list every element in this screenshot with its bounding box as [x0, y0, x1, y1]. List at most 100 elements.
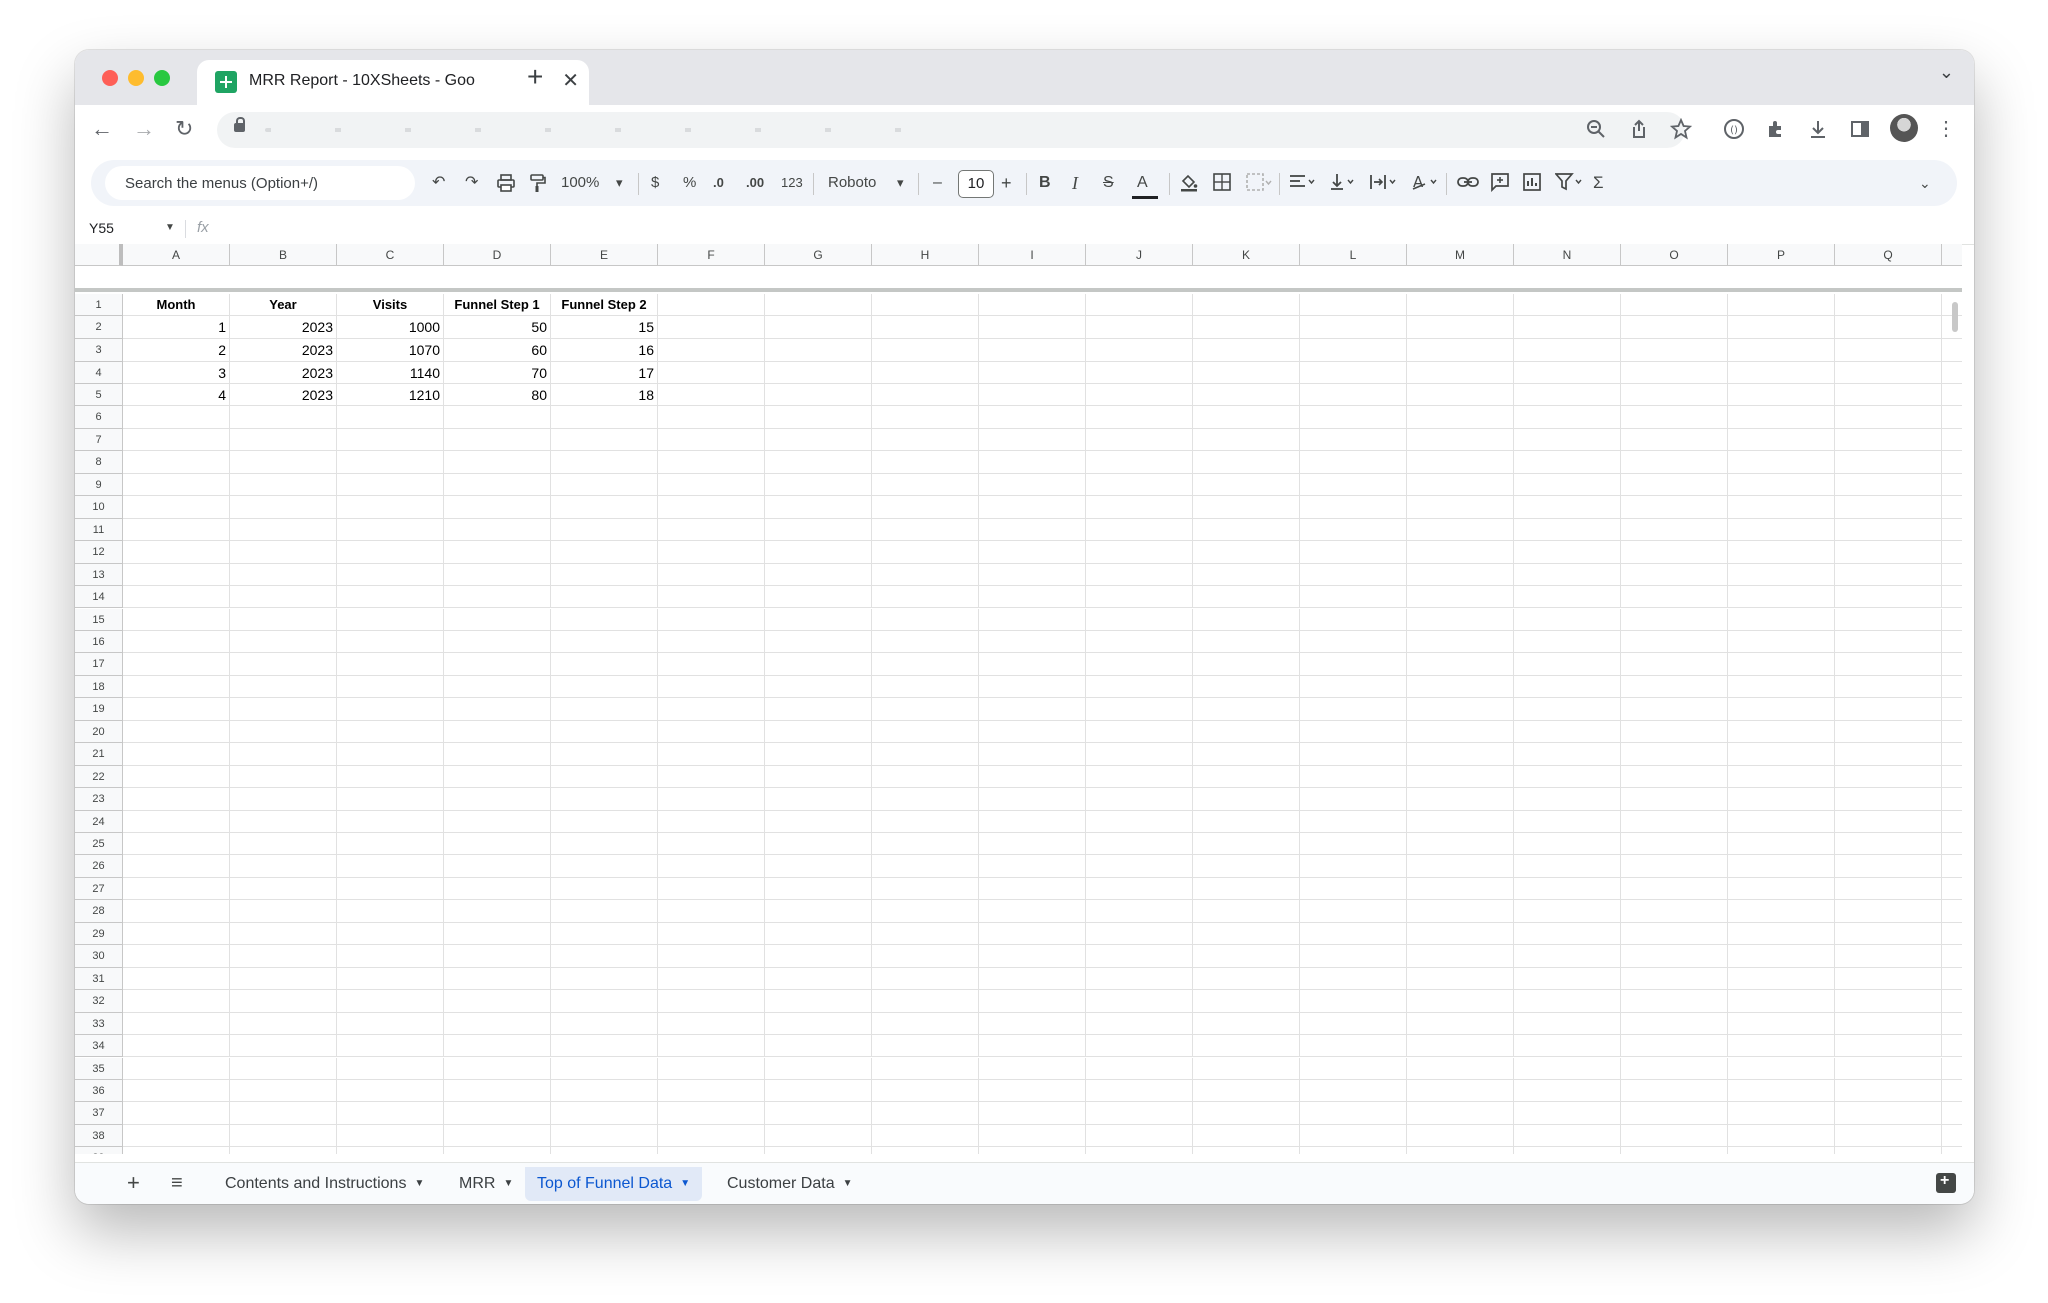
cell-e11[interactable]: [551, 518, 658, 542]
cell-i14[interactable]: [979, 586, 1086, 609]
cell-i19[interactable]: [979, 698, 1086, 721]
cell-n7[interactable]: [1514, 428, 1621, 452]
cell-o7[interactable]: [1621, 428, 1728, 452]
cell-r15[interactable]: [1942, 609, 1962, 631]
cell-f18[interactable]: [658, 675, 765, 699]
cell-r8[interactable]: [1942, 451, 1962, 474]
bookmark-star-icon[interactable]: [1670, 118, 1692, 140]
column-header-a[interactable]: A: [123, 244, 230, 266]
cell-p29[interactable]: [1728, 922, 1835, 946]
cell-l9[interactable]: [1300, 473, 1407, 497]
cell-l14[interactable]: [1300, 586, 1407, 609]
cell-e5[interactable]: 18: [551, 384, 658, 407]
redo-icon[interactable]: ↷: [465, 172, 478, 194]
bold-button[interactable]: B: [1039, 172, 1051, 194]
cell-c36[interactable]: [337, 1079, 444, 1103]
cell-g10[interactable]: [765, 496, 872, 519]
undo-icon[interactable]: ↶: [432, 172, 445, 194]
cell-n25[interactable]: [1514, 833, 1621, 856]
cell-i20[interactable]: [979, 720, 1086, 744]
cell-r38[interactable]: [1942, 1125, 1962, 1148]
cell-r30[interactable]: [1942, 945, 1962, 968]
cell-d26[interactable]: [444, 855, 551, 878]
cell-h29[interactable]: [872, 922, 979, 946]
cell-p36[interactable]: [1728, 1079, 1835, 1103]
cell-j3[interactable]: [1086, 339, 1193, 362]
cell-c23[interactable]: [337, 788, 444, 811]
cell-d16[interactable]: [444, 630, 551, 654]
cell-p37[interactable]: [1728, 1102, 1835, 1125]
cell-h5[interactable]: [872, 384, 979, 407]
cell-d21[interactable]: [444, 743, 551, 766]
row-header-8[interactable]: 8: [75, 451, 123, 474]
cell-f6[interactable]: [658, 406, 765, 429]
cell-r14[interactable]: [1942, 586, 1962, 609]
cell-n38[interactable]: [1514, 1124, 1621, 1148]
zoom-caret-icon[interactable]: ▾: [616, 172, 623, 194]
cell-m14[interactable]: [1407, 586, 1514, 609]
column-header-n[interactable]: N: [1514, 244, 1621, 266]
cell-m22[interactable]: [1407, 765, 1514, 789]
cell-c14[interactable]: [337, 586, 444, 609]
cell-e39[interactable]: [551, 1147, 658, 1154]
cell-m19[interactable]: [1407, 698, 1514, 721]
side-panel-icon[interactable]: [1849, 118, 1871, 140]
cell-b22[interactable]: [230, 765, 337, 789]
cell-b36[interactable]: [230, 1079, 337, 1103]
cell-n39[interactable]: [1514, 1147, 1621, 1154]
cell-k20[interactable]: [1193, 720, 1300, 744]
cell-c11[interactable]: [337, 518, 444, 542]
cell-b6[interactable]: [230, 406, 337, 429]
cell-f21[interactable]: [658, 743, 765, 766]
cell-q27[interactable]: [1835, 877, 1942, 901]
cell-d13[interactable]: [444, 563, 551, 587]
row-header-29[interactable]: 29: [75, 922, 123, 946]
cell-m3[interactable]: [1407, 339, 1514, 362]
cell-m34[interactable]: [1407, 1035, 1514, 1058]
cell-f27[interactable]: [658, 877, 765, 901]
cell-o38[interactable]: [1621, 1124, 1728, 1148]
row-header-30[interactable]: 30: [75, 945, 123, 968]
cell-h7[interactable]: [872, 428, 979, 452]
column-header-i[interactable]: I: [979, 244, 1086, 266]
cell-m35[interactable]: [1407, 1057, 1514, 1080]
cell-r29[interactable]: [1942, 923, 1962, 946]
cell-c8[interactable]: [337, 451, 444, 474]
cell-e37[interactable]: [551, 1102, 658, 1125]
cell-p12[interactable]: [1728, 541, 1835, 564]
increase-decimal-button[interactable]: .00: [746, 172, 764, 194]
cell-m31[interactable]: [1407, 967, 1514, 991]
cell-a14[interactable]: [123, 586, 230, 609]
cell-d34[interactable]: [444, 1035, 551, 1058]
cell-n2[interactable]: [1514, 316, 1621, 339]
cell-b38[interactable]: [230, 1124, 337, 1148]
cell-e26[interactable]: [551, 855, 658, 878]
row-header-4[interactable]: 4: [75, 362, 123, 384]
cell-p30[interactable]: [1728, 945, 1835, 968]
cell-h13[interactable]: [872, 563, 979, 587]
font-size-increase-button[interactable]: +: [1001, 172, 1012, 194]
cell-j9[interactable]: [1086, 473, 1193, 497]
download-icon[interactable]: [1807, 118, 1829, 140]
cell-g33[interactable]: [765, 1012, 872, 1036]
cell-j7[interactable]: [1086, 428, 1193, 452]
cell-b33[interactable]: [230, 1012, 337, 1036]
cell-k29[interactable]: [1193, 922, 1300, 946]
cell-h11[interactable]: [872, 518, 979, 542]
cell-q21[interactable]: [1835, 743, 1942, 766]
cell-l7[interactable]: [1300, 428, 1407, 452]
cell-r23[interactable]: [1942, 788, 1962, 811]
row-header-6[interactable]: 6: [75, 406, 123, 429]
cell-q18[interactable]: [1835, 675, 1942, 699]
cell-i21[interactable]: [979, 743, 1086, 766]
cell-f13[interactable]: [658, 563, 765, 587]
cell-b30[interactable]: [230, 945, 337, 968]
cell-p27[interactable]: [1728, 877, 1835, 901]
cell-c31[interactable]: [337, 967, 444, 991]
cell-f36[interactable]: [658, 1079, 765, 1103]
cell-h39[interactable]: [872, 1147, 979, 1154]
maximize-window-button[interactable]: [154, 70, 170, 86]
cell-h37[interactable]: [872, 1102, 979, 1125]
cell-l5[interactable]: [1300, 384, 1407, 407]
font-size-decrease-button[interactable]: –: [933, 172, 942, 194]
